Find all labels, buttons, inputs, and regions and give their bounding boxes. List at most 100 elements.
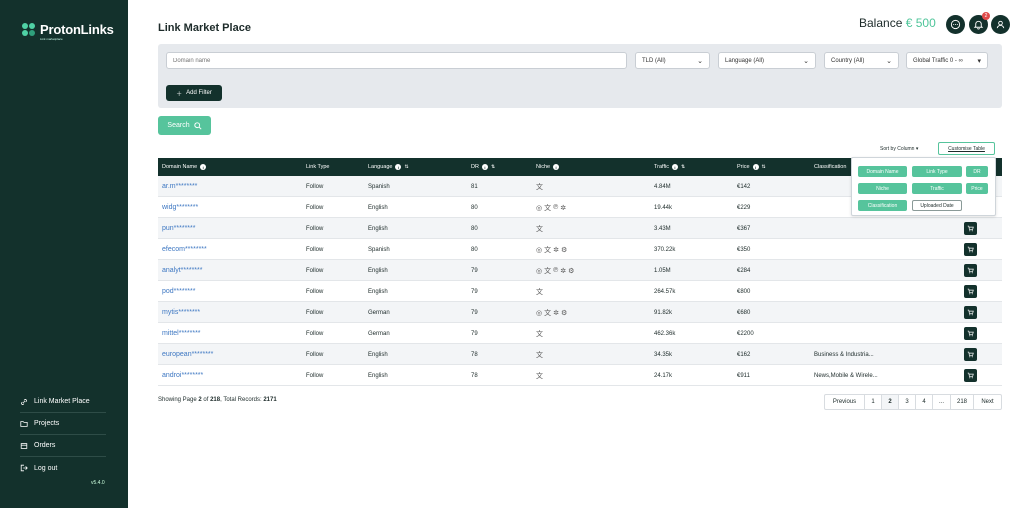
tld-select-value: TLD (All) [642,57,666,64]
language-select[interactable]: Language (All) ⌄ [718,52,816,69]
sun-icon: ✲ [553,246,559,254]
traffic-range-select[interactable]: Global Traffic 0 - ∞ ▾ [906,52,988,69]
summary-total-pages: 218 [210,397,221,403]
chip-domain-name[interactable]: Domain Name [858,166,907,177]
add-to-cart-button[interactable] [964,306,977,319]
col-dr[interactable]: DR i ⇅ [471,158,495,176]
price-cell: €162 [737,351,751,358]
casino-icon: ◎ [536,204,543,212]
add-to-cart-button[interactable] [964,285,977,298]
country-select[interactable]: Country (All) ⌄ [824,52,899,69]
sort-icon[interactable]: ⇅ [762,164,766,170]
logo[interactable]: ProtonLinks [22,22,114,37]
caret-down-icon: ▾ [915,146,919,152]
info-icon: i [200,164,207,170]
info-icon: i [395,164,402,170]
tld-select[interactable]: TLD (All) ⌄ [635,52,710,69]
translate-icon: 文 [536,351,543,359]
chevron-down-icon: ⌄ [886,57,892,65]
sidebar-item-label: Orders [34,442,56,449]
info-icon: i [671,164,678,170]
sidebar-item-label: Link Market Place [34,398,90,405]
sort-icon[interactable]: ⇅ [404,164,408,170]
gear-icon: ⚙ [560,309,568,317]
chip-classification[interactable]: Classification [858,200,907,211]
search-button[interactable]: Search [158,116,211,135]
domain-name-link[interactable]: ar.m******** [162,176,197,197]
info-icon: i [481,164,488,170]
domain-name-link[interactable]: androi******** [162,365,203,386]
table-row: efecom******** Follow Spanish 80 370.22k €350… [158,239,1002,260]
page-3[interactable]: 3 [899,395,916,409]
col-price[interactable]: Price i ⇅ [737,158,766,176]
domain-name-link[interactable]: efecom******** [162,239,207,260]
translate-icon: 文 [536,183,543,191]
add-filter-button[interactable]: ＋ Add Filter [166,85,222,101]
add-to-cart-button[interactable] [964,222,977,235]
sun-icon: ✲ [553,309,559,317]
col-domain-name[interactable]: Domain Name i [162,158,207,176]
col-classification[interactable]: Classification [814,158,846,176]
summary-records-label: , Total Records: [220,397,262,403]
page-previous[interactable]: Previous [825,395,865,409]
chip-uploaded-date[interactable]: Uploaded Date [912,200,962,211]
domain-name-link[interactable]: widg******** [162,197,198,218]
language-cell: Spanish [368,246,390,253]
domain-name-link[interactable]: mittel******** [162,323,201,344]
translate-icon: 文 [536,372,543,380]
cart-icon [967,225,974,232]
sort-icon[interactable]: ⇅ [681,164,685,170]
page-next[interactable]: Next [974,395,1001,409]
chip-dr[interactable]: DR [966,166,988,177]
add-to-cart-button[interactable] [964,243,977,256]
chip-niche[interactable]: Niche [858,183,907,194]
chip-price[interactable]: Price [966,183,988,194]
sidebar-item-logout[interactable]: Log out [20,457,106,479]
traffic-cell: 462.36k [654,330,676,337]
profile-button[interactable] [991,15,1010,34]
cart-icon [967,288,974,295]
info-icon: i [752,164,759,170]
domain-search-input[interactable] [166,52,627,69]
niche-cell: ◎ 文 ✲ ⚙ [536,239,567,260]
col-traffic[interactable]: Traffic i ⇅ [654,158,685,176]
notifications-button[interactable]: 2 [969,12,990,34]
page-218[interactable]: 218 [951,395,974,409]
domain-name-link[interactable]: pod******** [162,281,195,302]
page-2[interactable]: 2 [882,395,899,409]
col-niche[interactable]: Niche i [536,158,560,176]
add-to-cart-button[interactable] [964,369,977,382]
col-link-type[interactable]: Link Type [306,158,329,176]
summary-total-records: 2171 [263,397,277,403]
add-to-cart-button[interactable] [964,327,977,340]
niche-cell: 文 [536,344,543,365]
sidebar-item-link-market-place[interactable]: Link Market Place [20,391,106,413]
dr-cell: 79 [471,288,478,295]
sidebar-item-orders[interactable]: Orders [20,435,106,457]
add-to-cart-button[interactable] [964,264,977,277]
domain-name-link[interactable]: mytis******** [162,302,200,323]
add-to-cart-button[interactable] [964,348,977,361]
sort-icon[interactable]: ⇅ [491,164,495,170]
domain-name-link[interactable]: analyt******** [162,260,202,281]
orders-icon [20,442,28,449]
page-4[interactable]: 4 [916,395,933,409]
summary-of: of [203,397,209,403]
customise-table-button[interactable]: Customise Table [938,142,995,155]
sun-icon: ✲ [560,267,567,275]
col-language[interactable]: Language i ⇅ [368,158,409,176]
sidebar-item-label: Projects [34,420,60,427]
dr-cell: 79 [471,267,478,274]
notification-badge: 2 [982,12,990,20]
domain-name-link[interactable]: european******** [162,344,213,365]
search-label: Search [167,122,190,129]
chip-link-type[interactable]: Link Type [912,166,962,177]
sidebar-item-projects[interactable]: Projects [20,413,106,435]
chip-traffic[interactable]: Traffic [912,183,962,194]
domain-name-link[interactable]: pun******** [162,218,195,239]
price-cell: €284 [737,267,751,274]
messages-button[interactable] [946,15,965,34]
sort-by-column-dropdown[interactable]: Sort by Column ▾ [880,146,918,152]
page-1[interactable]: 1 [865,395,882,409]
sidebar-item-label: Log out [34,464,58,472]
